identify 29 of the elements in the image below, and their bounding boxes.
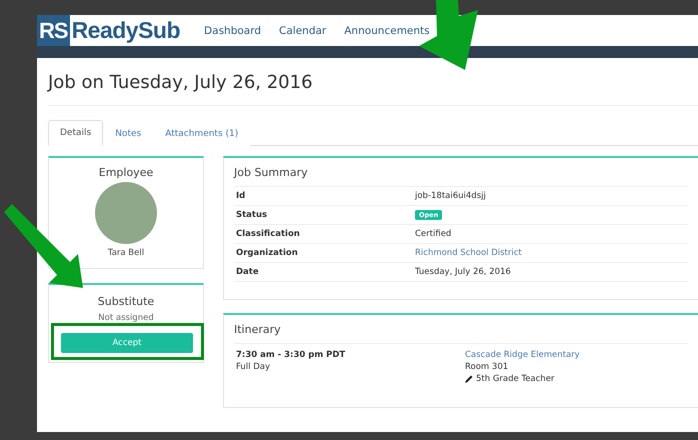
row-value: Tuesday, July 26, 2016: [415, 267, 512, 277]
position: 5th Grade Teacher: [476, 373, 554, 385]
employee-name: Tara Bell: [108, 248, 144, 258]
row-value: job-18tai6ui4dsjj: [415, 191, 487, 201]
logo-badge: RS: [37, 15, 70, 46]
tab[interactable]: Details: [48, 120, 104, 146]
logo-text: ReadySub: [72, 17, 180, 44]
school-link[interactable]: Cascade Ridge Elementary: [465, 349, 686, 361]
pencil-icon: [465, 375, 473, 383]
room: Room 301: [465, 361, 510, 373]
organization-link[interactable]: Richmond School District: [415, 248, 688, 258]
card-title: Employee: [98, 166, 154, 179]
panel-title: Itinerary: [234, 323, 688, 344]
page-title: Job on Tuesday, July 26, 2016: [48, 72, 698, 106]
row-label: Classification: [236, 229, 301, 239]
card-title: Substitute: [98, 295, 154, 308]
time-range: 7:30 am - 3:30 pm PDT: [236, 349, 346, 361]
accept-button[interactable]: Accept: [61, 333, 193, 353]
panel-title: Job Summary: [234, 166, 688, 187]
substitute-status: Not assigned: [98, 313, 154, 323]
row-value: Certified: [415, 229, 452, 239]
row-label: Organization: [236, 248, 299, 258]
nav-link[interactable]: Calendar: [279, 24, 326, 36]
duration: Full Day: [236, 361, 272, 373]
row-label: Id: [236, 191, 246, 201]
row-label: Date: [236, 267, 260, 277]
row-label: Status: [236, 210, 268, 220]
nav-link[interactable]: Dashboard: [204, 24, 262, 36]
nav-link[interactable]: Announcements: [344, 24, 430, 36]
